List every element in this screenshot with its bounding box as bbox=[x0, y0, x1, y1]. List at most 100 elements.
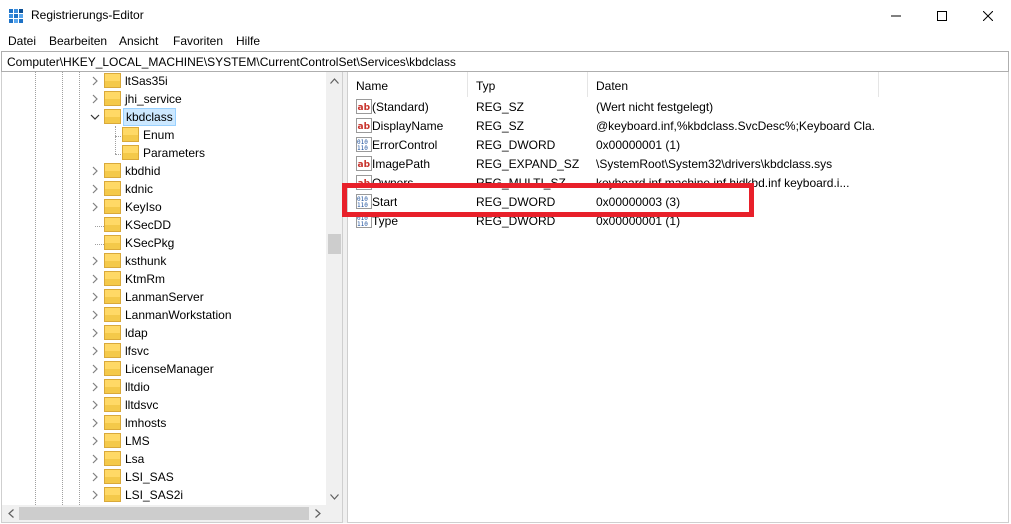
chevron-right-icon[interactable] bbox=[90, 202, 100, 212]
tree-item-label: LanmanWorkstation bbox=[125, 308, 232, 322]
close-icon bbox=[983, 10, 993, 21]
close-button[interactable] bbox=[965, 0, 1011, 31]
registry-editor-icon bbox=[9, 9, 23, 23]
tree-item-label: jhi_service bbox=[125, 92, 182, 106]
tree-item[interactable]: Lsa bbox=[2, 450, 324, 468]
tree-vertical-scrollbar[interactable] bbox=[326, 72, 342, 505]
chevron-up-icon bbox=[330, 77, 339, 84]
tree-item[interactable]: LMS bbox=[2, 432, 324, 450]
chevron-right-icon[interactable] bbox=[90, 292, 100, 302]
chevron-right-icon bbox=[314, 509, 321, 518]
chevron-right-icon[interactable] bbox=[90, 490, 100, 500]
column-header-name[interactable]: Name bbox=[348, 72, 468, 97]
tree-item[interactable]: LSI_SAS2i bbox=[2, 486, 324, 504]
scroll-left-arrow[interactable] bbox=[2, 505, 19, 522]
tree-item[interactable]: Parameters bbox=[2, 144, 324, 162]
svg-text:110: 110 bbox=[357, 145, 368, 152]
maximize-button[interactable] bbox=[919, 0, 965, 31]
chevron-right-icon[interactable] bbox=[90, 166, 100, 176]
tree-item-label: LMS bbox=[125, 434, 150, 448]
menu-favoriten[interactable]: Favoriten bbox=[173, 34, 223, 48]
tree-item[interactable]: kbdclass bbox=[2, 108, 324, 126]
folder-icon bbox=[104, 253, 121, 268]
chevron-right-icon[interactable] bbox=[90, 418, 100, 428]
chevron-right-icon[interactable] bbox=[90, 436, 100, 446]
tree-item[interactable]: KtmRm bbox=[2, 270, 324, 288]
menu-bearbeiten[interactable]: Bearbeiten bbox=[49, 34, 107, 48]
address-path: Computer\HKEY_LOCAL_MACHINE\SYSTEM\Curre… bbox=[7, 55, 456, 69]
value-type: REG_SZ bbox=[476, 119, 525, 133]
value-name: ImagePath bbox=[372, 157, 431, 171]
tree-item-label: KSecPkg bbox=[125, 236, 175, 250]
list-item[interactable]: ab DisplayName REG_SZ @keyboard.inf,%kbdcla… bbox=[348, 116, 1008, 135]
tree-item[interactable]: kbdhid bbox=[2, 162, 324, 180]
svg-text:ab: ab bbox=[358, 160, 371, 170]
tree-item[interactable]: KSecPkg bbox=[2, 234, 324, 252]
chevron-right-icon[interactable] bbox=[90, 310, 100, 320]
tree-horizontal-scrollbar[interactable] bbox=[2, 505, 342, 522]
tree-item[interactable]: lltdsvc bbox=[2, 396, 324, 414]
tree-item[interactable]: LanmanServer bbox=[2, 288, 324, 306]
minimize-button[interactable] bbox=[873, 0, 919, 31]
chevron-down-icon[interactable] bbox=[90, 112, 100, 122]
scroll-up-arrow[interactable] bbox=[326, 72, 342, 89]
chevron-right-icon[interactable] bbox=[90, 472, 100, 482]
tree-item[interactable]: jhi_service bbox=[2, 90, 324, 108]
binary-value-icon: 010110 bbox=[356, 137, 372, 152]
list-item[interactable]: ab (Standard) REG_SZ (Wert nicht festgelegt… bbox=[348, 97, 1008, 116]
chevron-right-icon[interactable] bbox=[90, 256, 100, 266]
chevron-right-icon[interactable] bbox=[90, 454, 100, 464]
chevron-right-icon[interactable] bbox=[90, 94, 100, 104]
tree-item-label: KSecDD bbox=[125, 218, 172, 232]
values-list-pane[interactable]: Name Typ Daten ab (Standard) REG_SZ (Wert n… bbox=[347, 72, 1009, 523]
scroll-thumb[interactable] bbox=[328, 234, 341, 254]
tree-item[interactable]: KSecDD bbox=[2, 216, 324, 234]
tree-item[interactable]: ltSas35i bbox=[2, 72, 324, 90]
svg-text:ab: ab bbox=[358, 103, 371, 113]
scroll-down-arrow[interactable] bbox=[326, 488, 342, 505]
value-type: REG_SZ bbox=[476, 100, 525, 114]
address-bar[interactable]: Computer\HKEY_LOCAL_MACHINE\SYSTEM\Curre… bbox=[1, 51, 1009, 72]
scroll-thumb[interactable] bbox=[19, 507, 309, 520]
tree-item[interactable]: lmhosts bbox=[2, 414, 324, 432]
column-header-data[interactable]: Daten bbox=[588, 72, 879, 97]
value-name: (Standard) bbox=[372, 100, 429, 114]
list-item[interactable]: ab ImagePath REG_EXPAND_SZ \SystemRoot\Syst… bbox=[348, 154, 1008, 173]
folder-icon bbox=[104, 163, 121, 178]
tree-item[interactable]: LicenseManager bbox=[2, 360, 324, 378]
tree-item-label: ldap bbox=[125, 326, 148, 340]
tree-item[interactable]: LSI_SAS bbox=[2, 468, 324, 486]
tree-item[interactable]: LanmanWorkstation bbox=[2, 306, 324, 324]
chevron-right-icon[interactable] bbox=[90, 346, 100, 356]
tree-item[interactable]: Enum bbox=[2, 126, 324, 144]
chevron-down-icon bbox=[330, 493, 339, 500]
menu-datei[interactable]: Datei bbox=[8, 34, 36, 48]
folder-icon bbox=[122, 127, 139, 142]
folder-icon bbox=[104, 379, 121, 394]
tree-item[interactable]: lltdio bbox=[2, 378, 324, 396]
chevron-right-icon[interactable] bbox=[90, 400, 100, 410]
chevron-right-icon[interactable] bbox=[90, 328, 100, 338]
chevron-right-icon[interactable] bbox=[90, 76, 100, 86]
menu-ansicht[interactable]: Ansicht bbox=[119, 34, 158, 48]
chevron-right-icon[interactable] bbox=[90, 274, 100, 284]
tree-item[interactable]: lfsvc bbox=[2, 342, 324, 360]
chevron-right-icon[interactable] bbox=[90, 184, 100, 194]
chevron-right-icon[interactable] bbox=[90, 382, 100, 392]
tree-item-label: lltdio bbox=[125, 380, 150, 394]
list-item[interactable]: 010 110 ErrorControl REG_DWORD 0x00000001 (1… bbox=[348, 135, 1008, 154]
chevron-right-icon[interactable] bbox=[90, 364, 100, 374]
tree-item[interactable]: KeyIso bbox=[2, 198, 324, 216]
folder-icon bbox=[104, 451, 121, 466]
scroll-right-arrow[interactable] bbox=[309, 505, 326, 522]
column-header-type[interactable]: Typ bbox=[468, 72, 588, 97]
tree-item[interactable]: kdnic bbox=[2, 180, 324, 198]
tree-item[interactable]: ksthunk bbox=[2, 252, 324, 270]
key-tree-pane[interactable]: ltSas35i jhi_service kbdclass Enum Parameter… bbox=[1, 72, 343, 523]
tree-item-label: kbdclass bbox=[123, 108, 176, 126]
tree-item[interactable]: ldap bbox=[2, 324, 324, 342]
menu-hilfe[interactable]: Hilfe bbox=[236, 34, 260, 48]
folder-icon bbox=[122, 145, 139, 160]
folder-icon bbox=[104, 109, 121, 124]
folder-icon bbox=[104, 199, 121, 214]
